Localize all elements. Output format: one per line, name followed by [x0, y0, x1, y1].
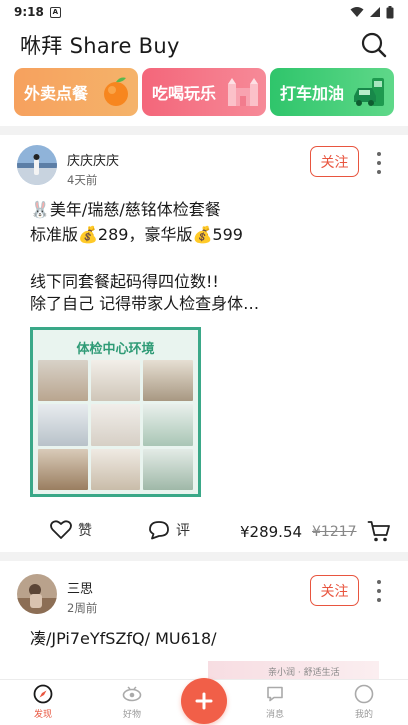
post-actions: 赞 评 ¥289.54 ¥1217 — [0, 516, 408, 548]
post-image-caption: 亲小润 · 舒适生活 — [268, 668, 340, 678]
bottom-nav: 发现 好物 消息 我的 — [0, 678, 408, 725]
price: ¥289.54 — [240, 523, 303, 541]
nav-goods[interactable]: 好物 — [102, 684, 162, 720]
comment-icon — [149, 521, 169, 540]
nav-label: 我的 — [354, 710, 373, 720]
category-row: 外卖点餐 吃喝玩乐 打车加油 — [14, 68, 394, 116]
more-options-icon[interactable] — [372, 152, 386, 174]
plus-icon — [195, 692, 213, 710]
category-label: 外卖点餐 — [24, 84, 89, 103]
follow-button[interactable]: 关注 — [310, 575, 359, 606]
create-post-button[interactable] — [181, 678, 227, 724]
nav-discover[interactable]: 发现 — [13, 684, 73, 720]
post-username[interactable]: 三思 — [67, 578, 93, 597]
eye-icon — [122, 686, 142, 702]
nav-label: 消息 — [265, 710, 284, 720]
battery-icon — [386, 5, 394, 18]
comment-label: 评 — [176, 523, 190, 539]
category-label: 打车加油 — [280, 84, 345, 103]
collage-photo — [38, 448, 88, 490]
wifi-icon — [350, 7, 364, 17]
nav-profile[interactable]: 我的 — [334, 684, 394, 720]
nav-label: 好物 — [122, 710, 141, 720]
follow-button[interactable]: 关注 — [310, 146, 359, 177]
post-line: 🐰美年/瑞慈/慈铭体检套餐 — [30, 200, 221, 219]
more-options-icon[interactable] — [372, 580, 386, 602]
category-entertainment[interactable]: 吃喝玩乐 — [142, 68, 266, 116]
section-divider — [0, 126, 408, 135]
collage-photo — [143, 448, 193, 490]
comment-button[interactable]: 评 — [148, 520, 190, 540]
section-divider — [0, 552, 408, 561]
collage-photo — [38, 360, 88, 402]
app-screen: 9:18 A 咻拜 Share Buy 外卖点餐 吃喝玩乐 打车加油 庆庆庆庆 … — [0, 0, 408, 725]
post-username[interactable]: 庆庆庆庆 — [67, 150, 119, 169]
castle-icon — [228, 78, 258, 106]
heart-icon — [50, 520, 72, 539]
category-taxi-fuel[interactable]: 打车加油 — [270, 68, 394, 116]
post-time: 4天前 — [67, 173, 98, 187]
status-time: 9:18 — [14, 5, 44, 19]
post-image[interactable]: 体检中心环境 — [30, 327, 201, 497]
avatar[interactable] — [17, 145, 57, 185]
profile-icon — [354, 684, 374, 704]
cart-icon[interactable] — [367, 519, 391, 543]
post-image-title: 体检中心环境 — [76, 342, 155, 357]
nav-label: 发现 — [33, 710, 52, 720]
compass-icon — [33, 684, 53, 704]
collage-photo — [38, 404, 88, 446]
post-line: 标准版💰289，豪华版💰599 — [30, 225, 243, 244]
orange-icon — [104, 77, 128, 106]
collage-photo — [90, 448, 141, 490]
avatar[interactable] — [17, 574, 57, 614]
fuel-car-icon — [354, 78, 384, 106]
nav-messages[interactable]: 消息 — [245, 684, 305, 720]
signal-icon — [370, 7, 380, 17]
notification-icon: A — [49, 6, 61, 18]
original-price: ¥1217 — [312, 524, 357, 540]
message-icon — [267, 686, 283, 702]
category-label: 吃喝玩乐 — [152, 84, 217, 103]
collage-photo — [143, 360, 193, 402]
photo-collage — [38, 360, 193, 490]
search-icon[interactable] — [360, 31, 388, 59]
like-button[interactable]: 赞 — [50, 520, 92, 540]
like-label: 赞 — [78, 523, 92, 539]
collage-photo — [143, 404, 193, 446]
post-line: 凑/JPi7eYfSZfQ/ MU618/ — [30, 629, 217, 648]
status-icons — [350, 5, 394, 19]
app-title: 咻拜 Share Buy — [20, 34, 180, 58]
collage-photo — [90, 404, 141, 446]
category-takeout[interactable]: 外卖点餐 — [14, 68, 138, 116]
collage-photo — [90, 360, 141, 402]
post-line: 除了自己 记得带家人检查身体… — [30, 294, 260, 313]
status-bar: 9:18 A — [0, 0, 408, 24]
post-time: 2周前 — [67, 601, 98, 615]
app-header: 咻拜 Share Buy — [0, 24, 408, 66]
